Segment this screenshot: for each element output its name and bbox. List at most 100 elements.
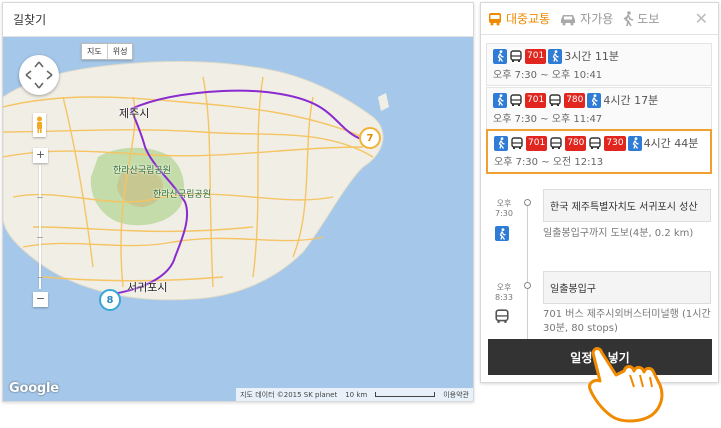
zoom-in-button[interactable]: + <box>33 148 48 163</box>
app-root: 길찾기 지도 위성 + − 제주시 한라산국립공원 한라산국립공원 서귀포시 7… <box>0 0 721 428</box>
bus-number-badge: 701 <box>525 48 547 64</box>
route-duration: 3시간 11분 <box>564 50 620 63</box>
map-type-map-button[interactable]: 지도 <box>82 44 107 59</box>
park-label: 한라산국립공원 <box>153 190 211 200</box>
route-summary: 701 780 730 4시간 44분 <box>494 135 704 151</box>
route-end-marker[interactable]: 8 <box>99 289 121 311</box>
bus-glyph <box>495 309 509 323</box>
bus-step-description: 701 버스 제주시외버스터미널행 (1시간 30분, 80 stops) <box>543 309 711 334</box>
jeju-city-label: 제주시 <box>119 107 150 120</box>
zoom-tick <box>37 277 43 278</box>
bus-glyph <box>550 136 562 149</box>
park-label: 한라산국립공원 <box>113 166 171 176</box>
tab-car[interactable]: 자가용 <box>559 10 613 27</box>
bus-number-badge: 780 <box>565 135 587 151</box>
zoom-out-button[interactable]: − <box>33 292 48 307</box>
bus-glyph <box>510 93 522 106</box>
bus-icon <box>510 135 524 151</box>
transport-mode-tabs: 대중교통 자가용 도보 <box>481 3 718 35</box>
scale-bar <box>375 392 436 397</box>
walk-icon <box>493 48 507 64</box>
route-summary: 701 3시간 11분 <box>493 48 705 64</box>
close-button[interactable]: ✕ <box>695 9 708 28</box>
walk-glyph <box>632 137 639 149</box>
island-land <box>3 61 384 301</box>
bus-number-badge: 780 <box>564 92 586 108</box>
route-time-range: 오후 7:30 ~ 오전 12:13 <box>494 157 604 168</box>
walk-glyph <box>499 227 506 240</box>
walk-glyph <box>498 137 505 149</box>
route-option-2[interactable]: 701 780 4시간 17분 오후 7:30 ~ 오후 11:47 <box>486 87 712 130</box>
pan-arrows-icon <box>25 61 53 89</box>
route-start-marker[interactable]: 7 <box>359 127 381 149</box>
map-title: 길찾기 <box>13 13 47 27</box>
route-panel: 대중교통 자가용 도보 ✕ 701 3시간 11분 오후 7:30 ~ 오후 1… <box>480 2 719 383</box>
bus-number-badge: 701 <box>525 92 547 108</box>
tab-walk[interactable]: 도보 <box>622 10 659 27</box>
bus-glyph <box>549 93 561 106</box>
step-stop-box: 일출봉입구 <box>543 271 711 304</box>
map-canvas[interactable]: 지도 위성 + − 제주시 한라산국립공원 한라산국립공원 서귀포시 7 8 G… <box>3 37 473 401</box>
route-time-range: 오후 7:30 ~ 오후 11:47 <box>493 114 603 125</box>
route-summary: 701 780 4시간 17분 <box>493 92 705 108</box>
pegman-icon[interactable] <box>33 113 46 137</box>
tab-public-transit-label: 대중교통 <box>506 12 551 26</box>
tab-public-transit[interactable]: 대중교통 <box>487 10 550 27</box>
bus-icon <box>549 135 564 151</box>
walk-icon <box>627 135 642 151</box>
walk-glyph <box>497 50 504 62</box>
walk-glyph <box>552 50 559 62</box>
route-duration: 4시간 44분 <box>643 137 699 150</box>
bus-glyph <box>511 136 523 149</box>
step-time: 오후 8:33 <box>495 283 513 302</box>
scale-label: 10 km <box>345 390 368 399</box>
pan-control[interactable] <box>19 55 59 95</box>
walk-glyph <box>592 94 599 106</box>
bus-icon <box>588 135 603 151</box>
map-header: 길찾기 <box>3 3 473 37</box>
walk-step-description: 일출봉입구까지 도보(4분, 0.2 km) <box>543 228 694 239</box>
route-duration: 4시간 17분 <box>603 94 659 107</box>
route-time-range: 오후 7:30 ~ 오후 10:41 <box>493 70 603 81</box>
pegman-figure <box>37 116 42 133</box>
island-islet <box>378 93 389 111</box>
car-icon <box>561 14 576 25</box>
route-timeline <box>527 204 528 344</box>
map-panel: 길찾기 지도 위성 + − 제주시 한라산국립공원 한라산국립공원 서귀포시 7… <box>2 2 474 402</box>
tab-car-label: 자가용 <box>580 12 614 26</box>
map-type-satellite-button[interactable]: 위성 <box>106 44 133 59</box>
route-option-1[interactable]: 701 3시간 11분 오후 7:30 ~ 오후 10:41 <box>486 43 712 86</box>
map-attribution: 지도 데이터 ©2015 SK planet 10 km 이용약관 <box>236 388 473 401</box>
bus-icon <box>489 12 501 25</box>
zoom-tick <box>37 237 43 238</box>
bus-glyph <box>589 136 602 149</box>
zoom-tick <box>37 197 43 198</box>
walk-icon <box>495 226 509 241</box>
terms-link[interactable]: 이용약관 <box>443 390 469 400</box>
bus-glyph <box>510 49 522 62</box>
walk-glyph <box>497 94 504 106</box>
step-time: 오후 7:30 <box>495 199 513 218</box>
walk-icon <box>493 92 507 108</box>
bus-icon <box>509 92 523 108</box>
step-origin-box: 한국 제주특별자치도 서귀포시 성산 <box>543 189 711 222</box>
tab-walk-label: 도보 <box>637 12 660 26</box>
seogwipo-label: 서귀포시 <box>127 281 168 294</box>
bus-icon <box>548 92 563 108</box>
map-type-control: 지도 위성 <box>81 43 134 60</box>
timeline-dot <box>524 282 531 289</box>
pointing-hand-icon <box>588 347 664 423</box>
bus-number-badge: 730 <box>604 135 626 151</box>
route-option-3[interactable]: 701 780 730 4시간 44분 오후 7:30 ~ 오전 12:13 <box>486 129 712 174</box>
bus-number-badge: 701 <box>526 135 548 151</box>
walk-icon <box>623 10 634 26</box>
attribution-text: 지도 데이터 ©2015 SK planet <box>240 390 338 399</box>
walk-icon <box>548 48 563 64</box>
zoom-slider-track[interactable] <box>39 165 41 289</box>
google-logo: Google <box>9 381 59 396</box>
walk-icon <box>494 135 508 151</box>
walk-icon <box>587 92 602 108</box>
bus-icon <box>509 48 523 64</box>
map-graphic <box>3 61 389 301</box>
timeline-dot <box>524 199 531 206</box>
